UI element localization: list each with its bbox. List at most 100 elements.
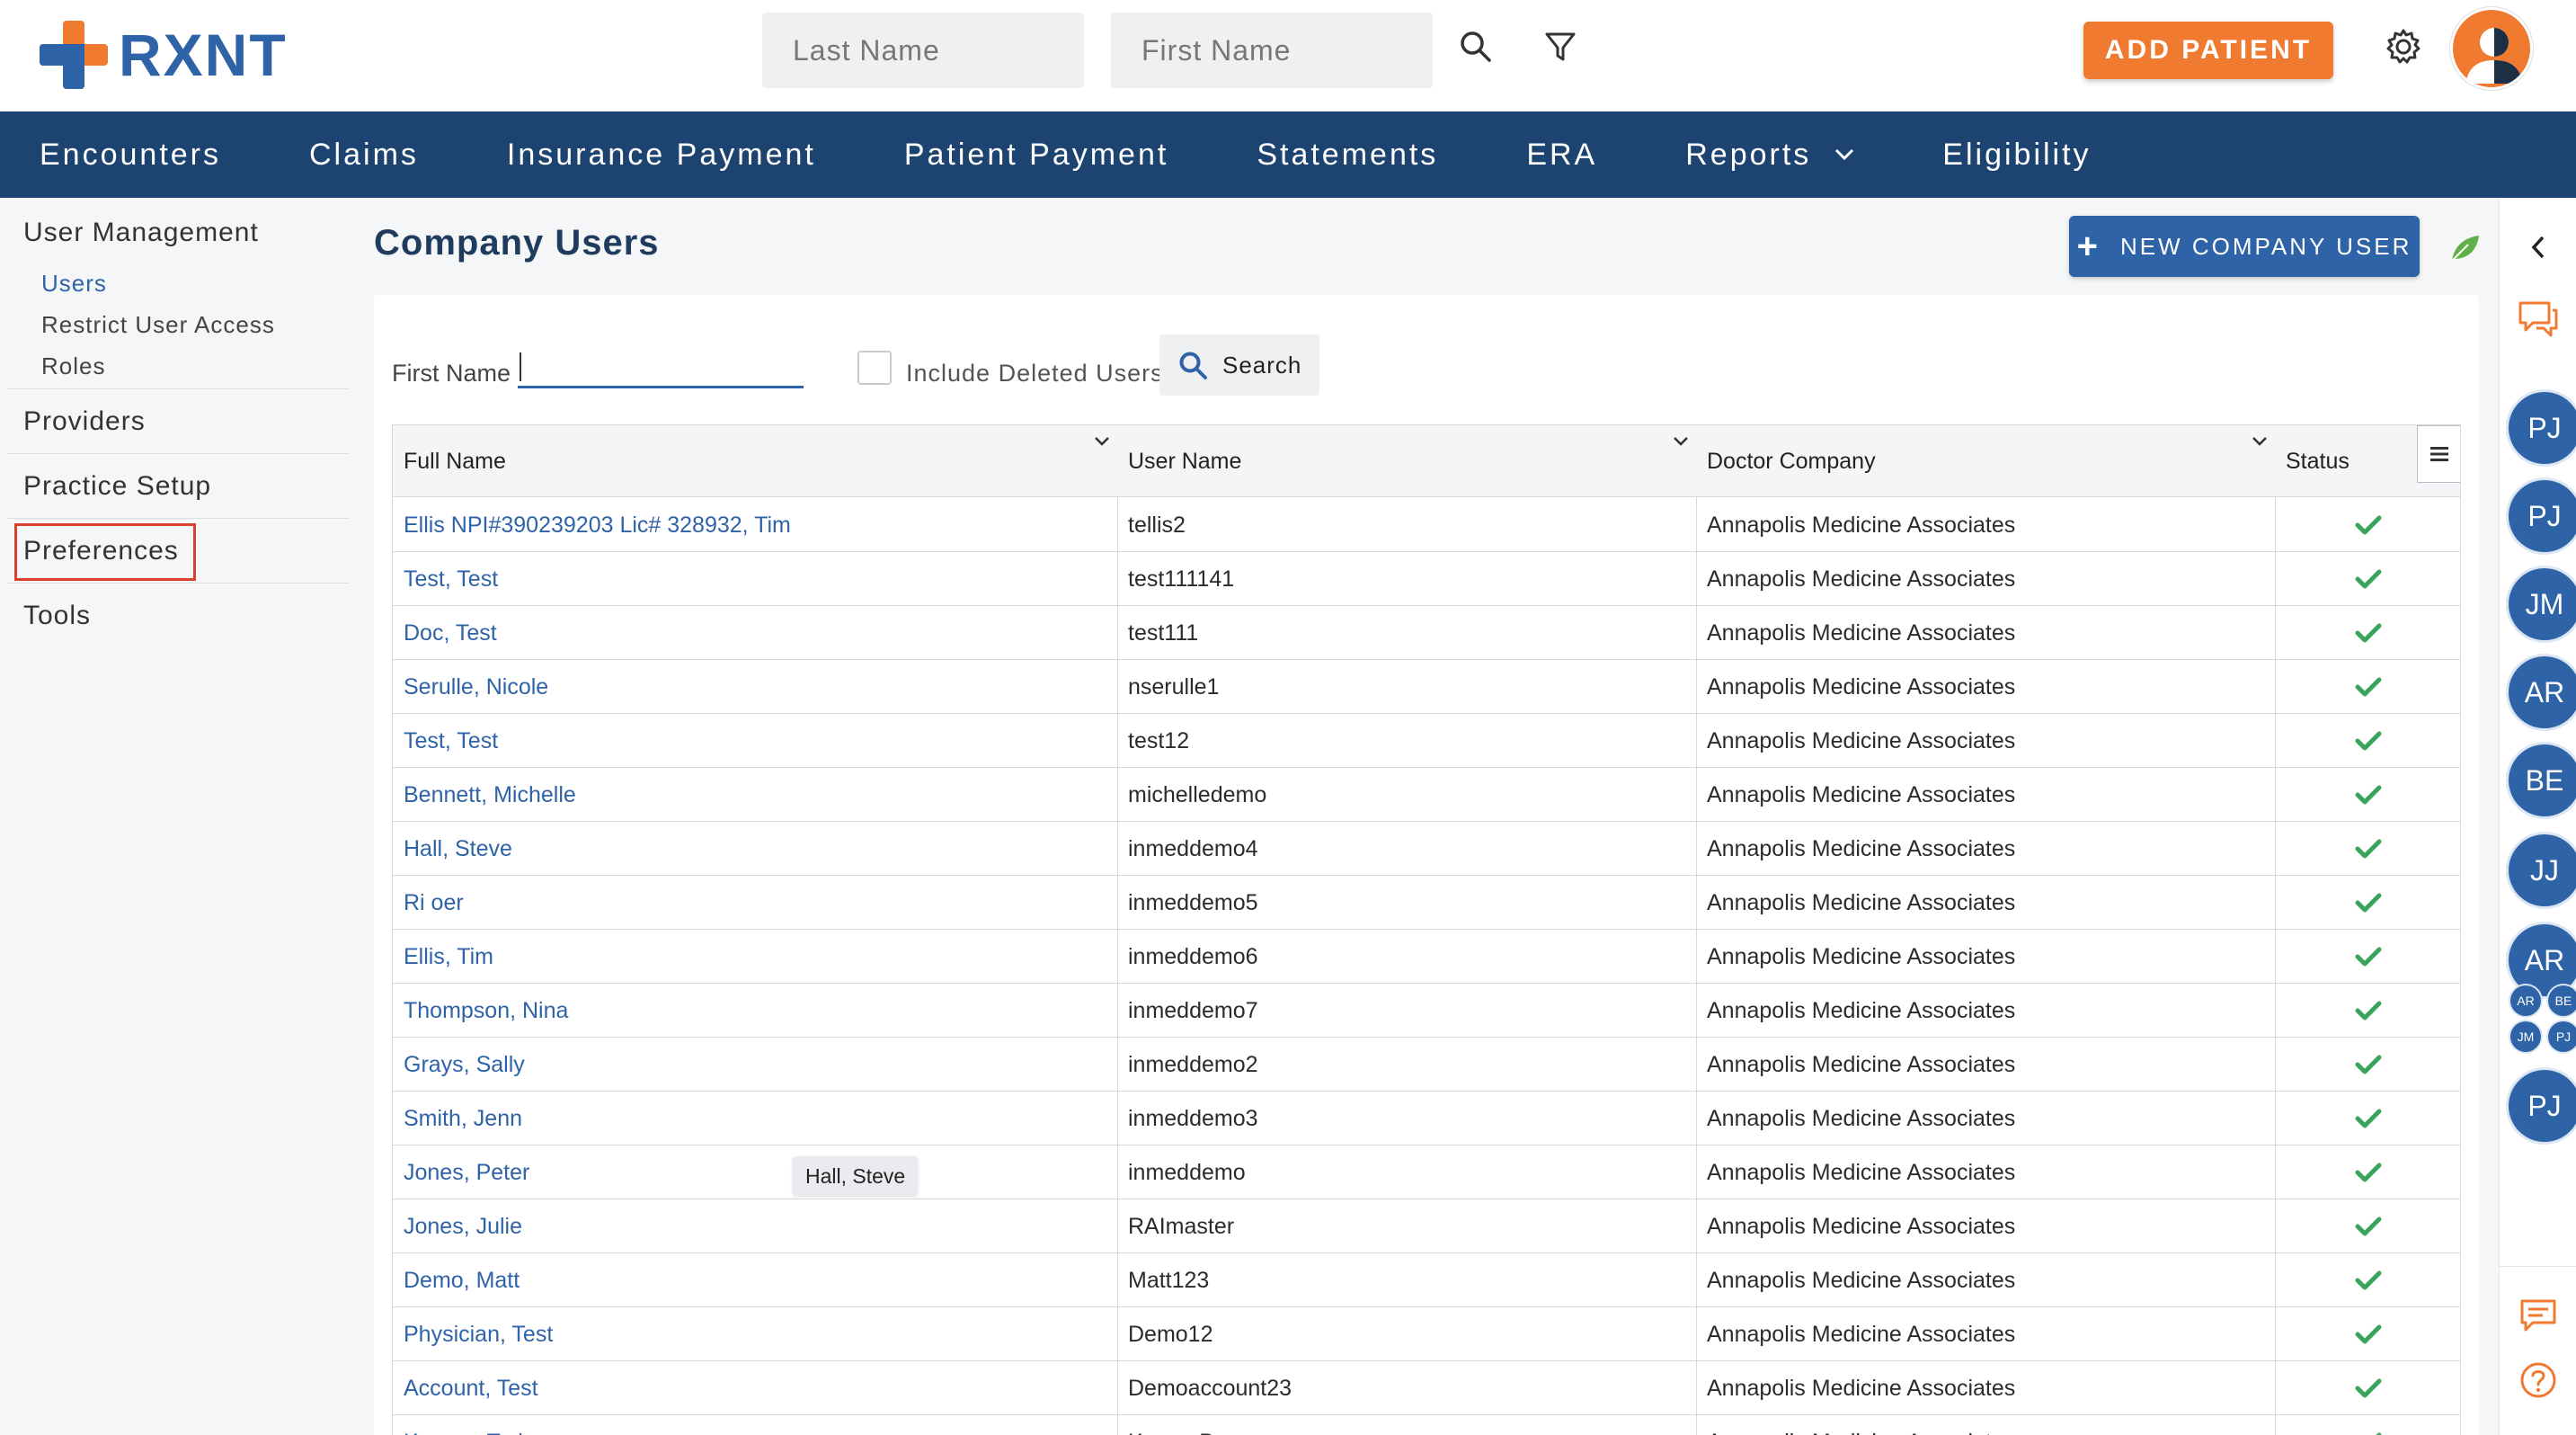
column-header-full-name[interactable]: Full Name bbox=[393, 425, 1117, 497]
table-row[interactable]: Jones, Julie RAImaster Annapolis Medicine … bbox=[393, 1199, 2460, 1253]
preferences-highlight-box bbox=[14, 523, 196, 581]
full-name-link[interactable]: Demo, Matt bbox=[393, 1253, 1117, 1307]
table-row[interactable]: Kepros, TedKeprosDemoAnnapolis Medicine … bbox=[393, 1415, 2460, 1435]
table-row[interactable]: Smith, Jenn inmeddemo3 Annapolis Medicine … bbox=[393, 1092, 2460, 1145]
search-icon[interactable] bbox=[1454, 25, 1497, 68]
full-name-link[interactable]: Doc, Test bbox=[393, 606, 1117, 660]
full-name-link[interactable]: Test, Test bbox=[393, 714, 1117, 768]
team-avatar[interactable]: JJ bbox=[2509, 834, 2576, 906]
search-button[interactable]: Search bbox=[1159, 334, 1319, 396]
name-tooltip: Hall, Steve bbox=[793, 1156, 919, 1196]
nav-eligibility[interactable]: Eligibility bbox=[1942, 138, 2091, 173]
team-avatar[interactable]: PJ bbox=[2509, 1070, 2576, 1142]
logo-text: RXNT bbox=[119, 22, 288, 88]
doctor-company-cell: Annapolis Medicine Associates bbox=[1707, 1159, 2016, 1185]
table-row[interactable]: Test, Test test111141 Annapolis Medicine A… bbox=[393, 552, 2460, 606]
sidebar-providers[interactable]: Providers bbox=[23, 406, 146, 437]
sidebar-user-management[interactable]: User Management bbox=[23, 218, 259, 248]
first-name-filter-label: First Name bbox=[392, 360, 511, 387]
nav-insurance-payment[interactable]: Insurance Payment bbox=[507, 138, 816, 173]
table-row[interactable]: Demo, Matt Matt123 Annapolis Medicine Asso… bbox=[393, 1253, 2460, 1307]
gear-icon[interactable] bbox=[2382, 25, 2425, 68]
doctor-company-cell: Annapolis Medicine Associates bbox=[1707, 889, 2016, 915]
table-row[interactable]: Doc, Test test111 Annapolis Medicine Assoc… bbox=[393, 606, 2460, 660]
nav-claims[interactable]: Claims bbox=[309, 138, 419, 173]
table-row[interactable]: Grays, Sally inmeddemo2 Annapolis Medicine… bbox=[393, 1038, 2460, 1092]
sidebar-tools[interactable]: Tools bbox=[23, 601, 91, 631]
team-avatar[interactable]: AR bbox=[2509, 656, 2576, 728]
team-avatar[interactable]: PJ bbox=[2509, 392, 2576, 464]
table-row[interactable]: Physician, Test Demo12 Annapolis Medicine … bbox=[393, 1307, 2460, 1361]
table-row[interactable]: Thompson, Nina inmeddemo7 Annapolis Medici… bbox=[393, 984, 2460, 1038]
leaf-icon[interactable] bbox=[2447, 230, 2483, 266]
doctor-company-cell: Annapolis Medicine Associates bbox=[1707, 997, 2016, 1023]
full-name-link[interactable]: Grays, Sally bbox=[393, 1038, 1117, 1092]
table-row[interactable]: Ellis NPI#390239203 Lic# 328932, Tim tell… bbox=[393, 498, 2460, 552]
column-header-status[interactable]: Status bbox=[2275, 425, 2417, 497]
full-name-link[interactable]: Test, Test bbox=[393, 552, 1117, 606]
nav-reports[interactable]: Reports bbox=[1685, 138, 1854, 173]
nav-patient-payment[interactable]: Patient Payment bbox=[904, 138, 1168, 173]
table-row[interactable]: Jones, Peter inmeddemo Annapolis Medicine … bbox=[393, 1145, 2460, 1199]
nav-encounters[interactable]: Encounters bbox=[40, 138, 221, 173]
doctor-company-cell: Annapolis Medicine Associates bbox=[1707, 566, 2016, 592]
rxnt-logo[interactable]: RXNT bbox=[40, 14, 288, 95]
table-row[interactable]: Ri oer inmeddemo5 Annapolis Medicine Assoc… bbox=[393, 876, 2460, 930]
include-deleted-checkbox[interactable] bbox=[857, 351, 892, 385]
table-row[interactable]: Ellis, Tim inmeddemo6 Annapolis Medicine A… bbox=[393, 930, 2460, 984]
full-name-link[interactable]: Ri oer bbox=[393, 876, 1117, 930]
full-name-link[interactable]: Jones, Julie bbox=[393, 1199, 1117, 1253]
table-row[interactable]: Serulle, Nicole nserulle1 Annapolis Medici… bbox=[393, 660, 2460, 714]
full-name-link[interactable]: Smith, Jenn bbox=[393, 1092, 1117, 1145]
main-nav: Encounters Claims Insurance Payment Pati… bbox=[0, 111, 2576, 198]
chevron-down-icon[interactable] bbox=[1673, 427, 1689, 453]
new-company-user-button[interactable]: + NEW COMPANY USER bbox=[2069, 216, 2420, 277]
column-header-doctor-company[interactable]: Doctor Company bbox=[1696, 425, 2275, 497]
table-row[interactable]: Bennett, Michelle michelledemo Annapolis M… bbox=[393, 768, 2460, 822]
full-name-link[interactable]: Ellis, Tim bbox=[393, 930, 1117, 984]
table-row[interactable]: Test, Test test12 Annapolis Medicine Assoc… bbox=[393, 714, 2460, 768]
user-name-cell: inmeddemo5 bbox=[1128, 889, 1258, 915]
nav-statements[interactable]: Statements bbox=[1257, 138, 1438, 173]
status-check-icon bbox=[2275, 660, 2460, 714]
full-name-link[interactable]: Physician, Test bbox=[393, 1307, 1117, 1361]
full-name-link[interactable]: Kepros, Ted bbox=[393, 1415, 1117, 1435]
message-icon[interactable] bbox=[2516, 1293, 2561, 1338]
doctor-company-cell: Annapolis Medicine Associates bbox=[1707, 1267, 2016, 1293]
help-icon[interactable] bbox=[2516, 1358, 2561, 1403]
table-row[interactable]: Hall, Steve inmeddemo4 Annapolis Medicine … bbox=[393, 822, 2460, 876]
team-avatar[interactable]: JM bbox=[2509, 568, 2576, 640]
filter-icon[interactable] bbox=[1539, 25, 1582, 68]
chat-bubbles-icon[interactable] bbox=[2516, 297, 2561, 342]
full-name-link[interactable]: Jones, Peter bbox=[393, 1145, 1117, 1199]
full-name-link[interactable]: Bennett, Michelle bbox=[393, 768, 1117, 822]
nav-era[interactable]: ERA bbox=[1526, 138, 1597, 173]
chevron-down-icon[interactable] bbox=[1094, 427, 1110, 453]
first-name-input[interactable] bbox=[1111, 13, 1433, 88]
last-name-input[interactable] bbox=[762, 13, 1084, 88]
add-patient-button[interactable]: ADD PATIENT bbox=[2083, 22, 2333, 79]
status-check-icon bbox=[2275, 822, 2460, 876]
column-menu-icon[interactable] bbox=[2417, 425, 2460, 483]
first-name-filter-input[interactable] bbox=[518, 343, 804, 388]
chevron-down-icon[interactable] bbox=[2252, 427, 2268, 453]
main-content: Company Users + NEW COMPANY USER First N… bbox=[352, 198, 2499, 1435]
full-name-link[interactable]: Hall, Steve bbox=[393, 822, 1117, 876]
column-header-user-name[interactable]: User Name bbox=[1117, 425, 1696, 497]
sidebar-item-users[interactable]: Users bbox=[41, 270, 107, 298]
avatar-group[interactable]: AR BE JM PJ bbox=[2509, 984, 2576, 1056]
sidebar-item-restrict-user-access[interactable]: Restrict User Access bbox=[41, 311, 275, 339]
full-name-link[interactable]: Thompson, Nina bbox=[393, 984, 1117, 1038]
table-row[interactable]: Account, Test Demoaccount23 Annapolis Medi… bbox=[393, 1361, 2460, 1415]
status-check-icon bbox=[2275, 552, 2460, 606]
full-name-link[interactable]: Serulle, Nicole bbox=[393, 660, 1117, 714]
profile-avatar[interactable] bbox=[2450, 7, 2533, 90]
sidebar-practice-setup[interactable]: Practice Setup bbox=[23, 471, 211, 502]
team-avatar[interactable]: PJ bbox=[2509, 480, 2576, 552]
team-avatar[interactable]: BE bbox=[2509, 744, 2576, 816]
full-name-link[interactable]: Ellis NPI#390239203 Lic# 328932, Tim bbox=[393, 498, 1117, 552]
chevron-left-icon[interactable] bbox=[2516, 225, 2561, 270]
mini-avatar: PJ bbox=[2548, 1021, 2576, 1052]
sidebar-item-roles[interactable]: Roles bbox=[41, 352, 105, 380]
full-name-link[interactable]: Account, Test bbox=[393, 1361, 1117, 1415]
